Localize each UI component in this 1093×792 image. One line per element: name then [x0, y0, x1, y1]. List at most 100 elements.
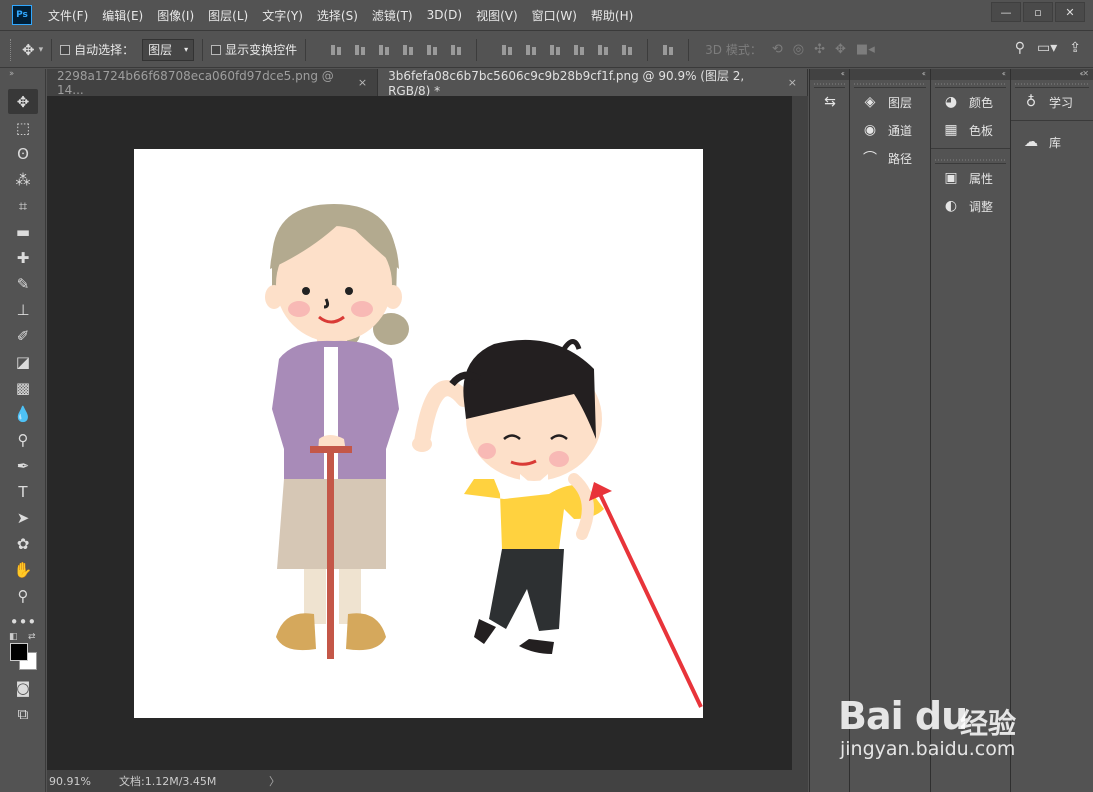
photoshop-logo-icon[interactable]: Ps — [12, 5, 32, 25]
tab-document-1[interactable]: 2298a1724b66f68708eca060fd97dce5.png @ 1… — [47, 69, 379, 97]
channels-panel-button[interactable]: ◉ 通道 — [850, 116, 930, 144]
collapse-icon[interactable]: ‹‹ — [810, 69, 849, 80]
3d-pan-icon[interactable]: ✣ — [814, 42, 825, 57]
distribute-top-icon[interactable] — [500, 43, 514, 57]
move-tool-icon[interactable]: ✥ — [22, 41, 35, 59]
magic-wand-tool-icon[interactable]: ⁂ — [8, 167, 38, 192]
3d-roll-icon[interactable]: ◎ — [793, 42, 804, 57]
default-colors-icon[interactable]: ◧ — [9, 632, 18, 642]
collapse-icon[interactable]: ‹‹ ✕ — [1011, 69, 1093, 80]
shape-tool-icon[interactable]: ✿ — [8, 531, 38, 556]
close-tab-icon[interactable]: × — [358, 76, 367, 89]
learn-panel-button[interactable]: ♁ 学习 — [1011, 88, 1093, 116]
brush-tool-icon[interactable]: ✎ — [8, 271, 38, 296]
3d-slide-icon[interactable]: ✥ — [835, 42, 846, 57]
clone-stamp-tool-icon[interactable]: ⊥ — [8, 297, 38, 322]
blur-tool-icon[interactable]: 💧 — [8, 401, 38, 426]
more-tools-icon[interactable]: ••• — [8, 609, 38, 634]
align-vcenter-icon[interactable] — [353, 43, 367, 57]
move-tool-icon[interactable]: ✥ — [8, 89, 38, 114]
vertical-scrollbar[interactable] — [792, 96, 808, 770]
close-button[interactable]: ✕ — [1055, 2, 1085, 22]
3d-orbit-icon[interactable]: ⟲ — [772, 42, 783, 57]
tab-document-2[interactable]: 3b6fefa08c6b7bc5606c9c9b28b9cf1f.png @ 9… — [378, 69, 808, 98]
dodge-tool-icon[interactable]: ⚲ — [8, 427, 38, 452]
collapse-icon[interactable]: ‹‹ — [850, 69, 930, 80]
align-left-icon[interactable] — [401, 43, 415, 57]
menu-3d[interactable]: 3D(D) — [427, 8, 462, 22]
type-tool-icon[interactable]: T — [8, 479, 38, 504]
minimize-button[interactable]: — — [991, 2, 1021, 22]
align-hcenter-icon[interactable] — [425, 43, 439, 57]
checkbox-icon[interactable] — [60, 44, 71, 55]
menu-image[interactable]: 图像(I) — [157, 7, 194, 24]
close-tab-icon[interactable]: × — [788, 76, 797, 89]
swap-colors-icon[interactable]: ⇄ — [28, 632, 36, 642]
panel-grip[interactable] — [854, 80, 926, 88]
properties-panel-button[interactable]: ▣ 属性 — [931, 164, 1010, 192]
zoom-tool-icon[interactable]: ⚲ — [8, 583, 38, 608]
color-panel-button[interactable]: ◕ 颜色 — [931, 88, 1010, 116]
collapse-icon[interactable]: ‹‹ — [931, 69, 1010, 80]
workspace-icon[interactable]: ▭▾ — [1037, 40, 1057, 56]
panel-grip[interactable] — [1015, 80, 1089, 88]
document-canvas[interactable] — [134, 149, 703, 718]
show-transform-checkbox[interactable]: 显示变换控件 — [211, 41, 297, 58]
zoom-level[interactable]: 90.91% — [47, 775, 119, 788]
menu-layer[interactable]: 图层(L) — [208, 7, 248, 24]
crop-tool-icon[interactable]: ⌗ — [8, 193, 38, 218]
menu-edit[interactable]: 编辑(E) — [102, 7, 143, 24]
panel-grip[interactable] — [814, 80, 845, 88]
search-icon[interactable]: ⚲ — [1015, 40, 1025, 56]
distribute-bottom-icon[interactable] — [548, 43, 562, 57]
quick-mask-icon[interactable]: ◙ — [8, 675, 38, 700]
canvas-area[interactable] — [47, 96, 792, 770]
history-brush-tool-icon[interactable]: ✐ — [8, 323, 38, 348]
swatches-panel-button[interactable]: ▦ 色板 — [931, 116, 1010, 144]
swatches-grid-icon: ▦ — [944, 122, 958, 138]
options-grip[interactable] — [10, 38, 14, 61]
libraries-panel-button[interactable]: ☁ 库 — [1011, 128, 1093, 156]
gradient-tool-icon[interactable]: ▩ — [8, 375, 38, 400]
distribute-left-icon[interactable] — [572, 43, 586, 57]
screen-mode-icon[interactable]: ⧉ — [8, 701, 38, 726]
menu-select[interactable]: 选择(S) — [317, 7, 358, 24]
align-top-icon[interactable] — [329, 43, 343, 57]
menu-view[interactable]: 视图(V) — [476, 7, 518, 24]
distribute-right-icon[interactable] — [620, 43, 634, 57]
paths-panel-button[interactable]: ⌒ 路径 — [850, 144, 930, 172]
collapse-toolbar-icon[interactable]: ›› — [0, 69, 45, 89]
3d-scale-icon[interactable]: ■◂ — [856, 42, 875, 57]
menu-file[interactable]: 文件(F) — [48, 7, 88, 24]
align-right-icon[interactable] — [449, 43, 463, 57]
ruler-tool-icon[interactable]: ▬ — [8, 219, 38, 244]
menu-type[interactable]: 文字(Y) — [262, 7, 303, 24]
pen-tool-icon[interactable]: ✒ — [8, 453, 38, 478]
panel-grip[interactable] — [935, 156, 1006, 164]
auto-align-icon[interactable] — [661, 43, 675, 57]
lasso-tool-icon[interactable]: ʘ — [8, 141, 38, 166]
share-icon[interactable]: ⇪ — [1069, 40, 1081, 56]
auto-select-dropdown[interactable]: 图层 ▾ — [142, 38, 195, 61]
tool-preset-chevron-down-icon[interactable]: ▾ — [39, 45, 44, 55]
menu-filter[interactable]: 滤镜(T) — [372, 7, 413, 24]
align-bottom-icon[interactable] — [377, 43, 391, 57]
menu-help[interactable]: 帮助(H) — [591, 7, 633, 24]
hand-tool-icon[interactable]: ✋ — [8, 557, 38, 582]
distribute-hcenter-icon[interactable] — [596, 43, 610, 57]
menu-window[interactable]: 窗口(W) — [532, 7, 577, 24]
foreground-color[interactable] — [10, 643, 28, 661]
path-selection-tool-icon[interactable]: ➤ — [8, 505, 38, 530]
healing-brush-tool-icon[interactable]: ✚ — [8, 245, 38, 270]
history-panel-button[interactable]: ⇆ — [810, 88, 849, 116]
panel-grip[interactable] — [935, 80, 1006, 88]
marquee-tool-icon[interactable]: ⬚ — [8, 115, 38, 140]
distribute-vcenter-icon[interactable] — [524, 43, 538, 57]
eraser-tool-icon[interactable]: ◪ — [8, 349, 38, 374]
auto-select-checkbox[interactable]: 自动选择： — [60, 41, 134, 58]
adjustments-panel-button[interactable]: ◐ 调整 — [931, 192, 1010, 220]
layers-panel-button[interactable]: ◈ 图层 — [850, 88, 930, 116]
restore-button[interactable]: ▫ — [1023, 2, 1053, 22]
status-menu-chevron-icon[interactable]: 〉 — [269, 773, 280, 789]
checkbox-icon[interactable] — [211, 44, 222, 55]
